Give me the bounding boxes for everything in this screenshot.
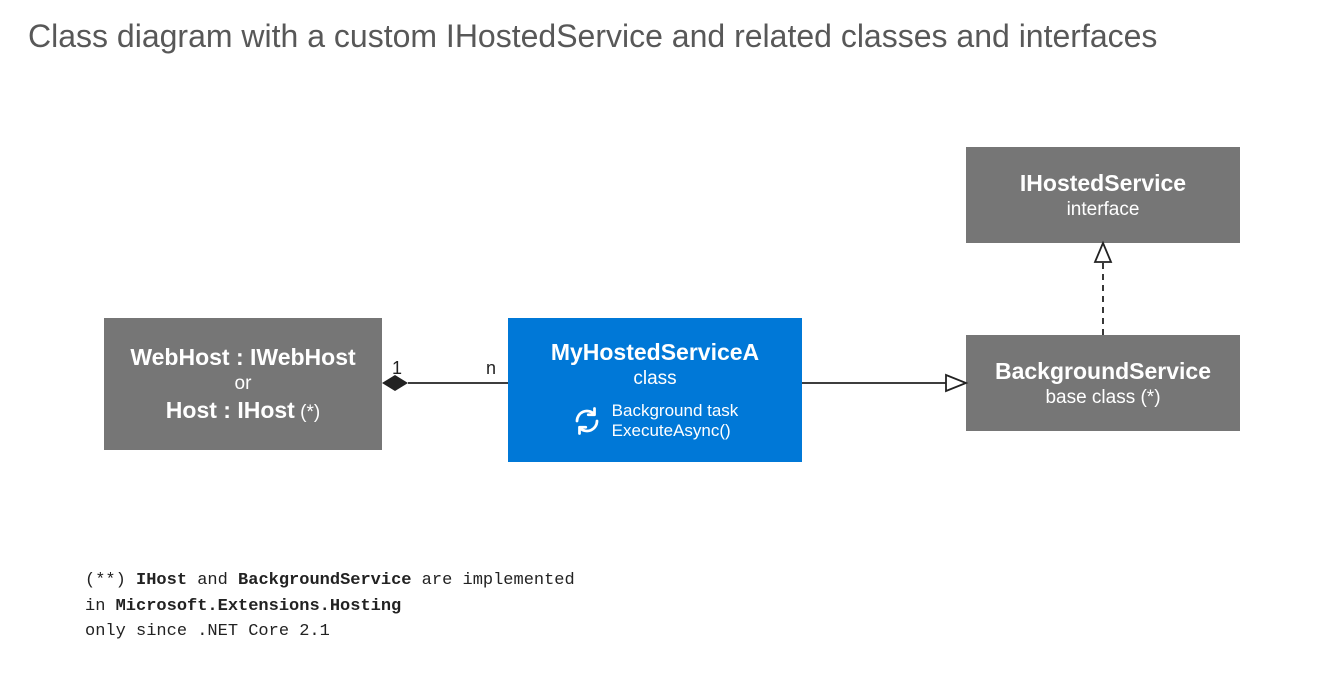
fn-mid1: and [187, 571, 238, 590]
multiplicity-one: 1 [392, 358, 402, 379]
fn-l2a: in [85, 597, 116, 616]
refresh-icon [572, 406, 602, 436]
backgroundservice-box: BackgroundService base class (*) [966, 335, 1240, 431]
footnote-line2: in Microsoft.Extensions.Hosting [85, 594, 575, 620]
webhost-line3: Host : IHost (*) [166, 396, 320, 425]
footnote-line3: only since .NET Core 2.1 [85, 619, 575, 645]
myhostedservice-box: MyHostedServiceA class Background task E… [508, 318, 802, 462]
bgservice-name: BackgroundService [995, 357, 1211, 386]
footnote: (**) IHost and BackgroundService are imp… [85, 568, 575, 645]
webhost-line1-text: WebHost : IWebHost [130, 344, 355, 370]
fn-mid2: are implemented [411, 571, 574, 590]
bgservice-stereo: base class (*) [1045, 386, 1160, 410]
webhost-line1: WebHost : IWebHost [130, 343, 355, 372]
myservice-task-row: Background task ExecuteAsync() [572, 401, 739, 442]
webhost-or: or [235, 372, 252, 396]
multiplicity-n: n [486, 358, 496, 379]
inherit-arrow [946, 375, 966, 391]
fn-b2: BackgroundService [238, 571, 411, 590]
ihostedservice-box: IHostedService interface [966, 147, 1240, 243]
myservice-stereo: class [633, 367, 676, 391]
myservice-task-text: Background task ExecuteAsync() [612, 401, 739, 442]
diagram-title: Class diagram with a custom IHostedServi… [28, 18, 1157, 55]
fn-prefix: (**) [85, 571, 136, 590]
webhost-box: WebHost : IWebHost or Host : IHost (*) [104, 318, 382, 450]
task-line2: ExecuteAsync() [612, 421, 739, 441]
myservice-name: MyHostedServiceA [551, 338, 759, 367]
webhost-star: (*) [295, 402, 320, 423]
fn-b3: Microsoft.Extensions.Hosting [116, 597, 402, 616]
fn-b1: IHost [136, 571, 187, 590]
footnote-line1: (**) IHost and BackgroundService are imp… [85, 568, 575, 594]
realize-arrow [1095, 243, 1111, 262]
task-line1: Background task [612, 401, 739, 421]
webhost-host: Host : IHost [166, 397, 295, 423]
ihs-stereo: interface [1067, 198, 1140, 222]
ihs-name: IHostedService [1020, 169, 1186, 198]
